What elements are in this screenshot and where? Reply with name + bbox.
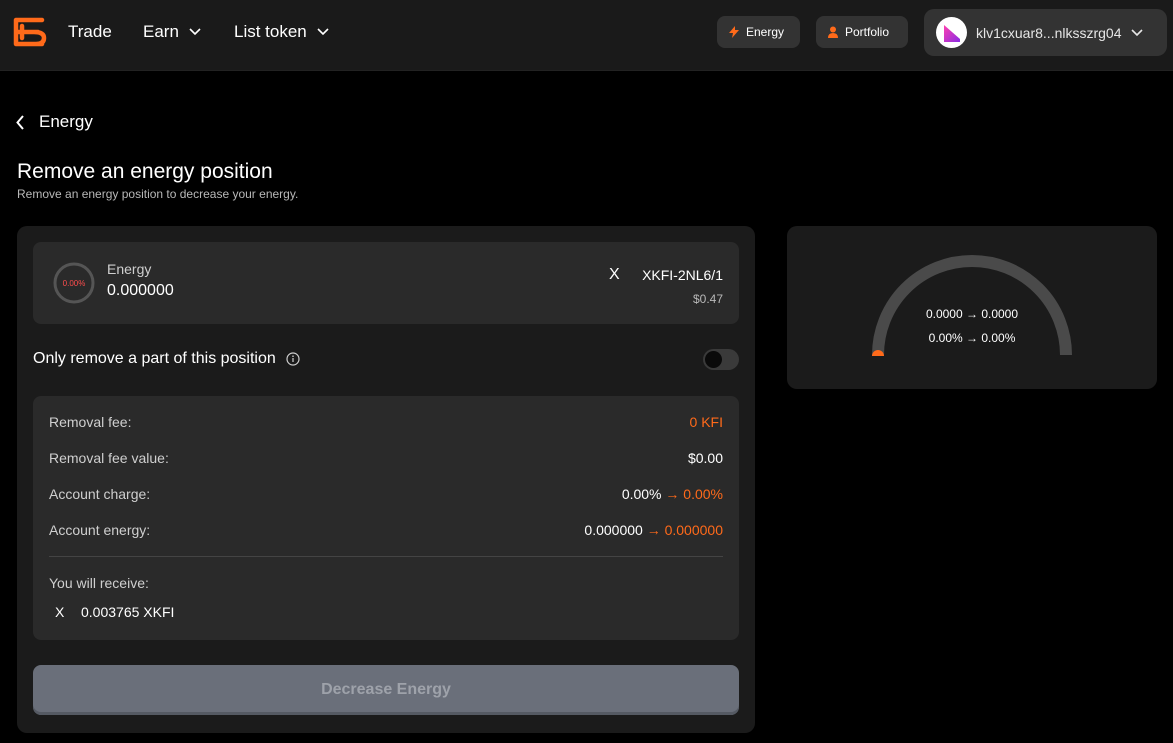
energy-button-label: Energy bbox=[746, 25, 785, 39]
toggle-knob bbox=[705, 351, 722, 368]
token-name: XKFI-2NL6/1 bbox=[642, 267, 723, 283]
wallet-avatar bbox=[936, 17, 967, 48]
removal-fee-value-label: Removal fee value: bbox=[49, 450, 169, 466]
wallet-avatar-icon bbox=[943, 24, 960, 42]
user-icon bbox=[828, 26, 838, 38]
chevron-down-icon bbox=[1130, 28, 1143, 36]
partial-remove-toggle[interactable] bbox=[703, 349, 739, 370]
account-charge-label: Account charge: bbox=[49, 486, 151, 502]
remove-position-card: 0.00% Energy 0.000000 X XKFI-2NL6/1 $0.4… bbox=[17, 226, 755, 733]
page-title: Remove an energy position bbox=[17, 160, 273, 183]
energy-value: 0.000000 bbox=[107, 282, 174, 299]
wallet-button[interactable]: klv1cxuar8...nlksszrg04 bbox=[924, 9, 1167, 56]
back-link[interactable]: Energy bbox=[16, 112, 93, 132]
portfolio-button-label: Portfolio bbox=[845, 25, 890, 39]
nav-list-token[interactable]: List token bbox=[234, 22, 329, 42]
energy-label: Energy bbox=[107, 261, 152, 277]
lightning-icon bbox=[729, 26, 739, 38]
chevron-down-icon bbox=[317, 28, 329, 36]
page-subtitle: Remove an energy position to decrease yo… bbox=[17, 187, 299, 201]
energy-ring-percent: 0.00% bbox=[62, 278, 86, 288]
chevron-left-icon bbox=[16, 114, 24, 130]
gauge-value-change: 0.0000 → 0.0000 bbox=[925, 307, 1019, 321]
nav-list-token-label: List token bbox=[234, 22, 307, 41]
removal-details: Removal fee: 0 KFI Removal fee value: $0… bbox=[33, 396, 739, 640]
token-usd-value: $0.47 bbox=[692, 292, 723, 306]
wallet-address: klv1cxuar8...nlksszrg04 bbox=[976, 24, 1122, 41]
info-icon[interactable] bbox=[286, 352, 300, 366]
account-charge-to: → 0.00% bbox=[665, 486, 723, 502]
partial-remove-row: Only remove a part of this position bbox=[33, 350, 300, 368]
position-summary: 0.00% Energy 0.000000 X XKFI-2NL6/1 $0.4… bbox=[33, 242, 739, 324]
energy-gauge-card: 0.0000 → 0.0000 0.00% → 0.00% bbox=[787, 226, 1157, 389]
portfolio-button[interactable]: Portfolio bbox=[816, 16, 908, 48]
energy-button[interactable]: Energy bbox=[717, 16, 800, 48]
partial-remove-label: Only remove a part of this position bbox=[33, 350, 276, 367]
gauge-percent-change: 0.00% → 0.00% bbox=[928, 331, 1016, 345]
brand-logo-icon[interactable] bbox=[12, 16, 48, 48]
account-charge-from: 0.00% bbox=[621, 486, 662, 502]
nav-trade-label: Trade bbox=[68, 22, 112, 41]
chevron-down-icon bbox=[189, 28, 201, 36]
token-logo-icon: X bbox=[609, 266, 620, 283]
removal-fee-value: 0 KFI bbox=[689, 414, 723, 430]
nav-trade[interactable]: Trade bbox=[68, 22, 112, 42]
receive-token-icon: X bbox=[55, 604, 65, 620]
account-charge-value: 0.00% → 0.00% bbox=[622, 486, 723, 502]
account-energy-label: Account energy: bbox=[49, 522, 151, 538]
removal-fee-usd: $0.00 bbox=[687, 450, 723, 466]
details-divider bbox=[49, 556, 723, 557]
receive-label: You will receive: bbox=[49, 575, 149, 591]
nav-earn[interactable]: Earn bbox=[143, 22, 201, 42]
receive-amount: 0.003765 XKFI bbox=[81, 604, 175, 620]
account-energy-to: → 0.000000 bbox=[646, 522, 723, 538]
removal-fee-label: Removal fee: bbox=[49, 414, 132, 430]
account-energy-from: 0.000000 bbox=[584, 522, 643, 538]
account-energy-value: 0.000000 → 0.000000 bbox=[584, 522, 723, 538]
nav-earn-label: Earn bbox=[143, 22, 179, 41]
back-link-label: Energy bbox=[39, 112, 93, 131]
top-navbar: Trade Earn List token Energy Portfolio k… bbox=[0, 0, 1173, 71]
decrease-energy-button[interactable]: Decrease Energy bbox=[33, 665, 739, 715]
